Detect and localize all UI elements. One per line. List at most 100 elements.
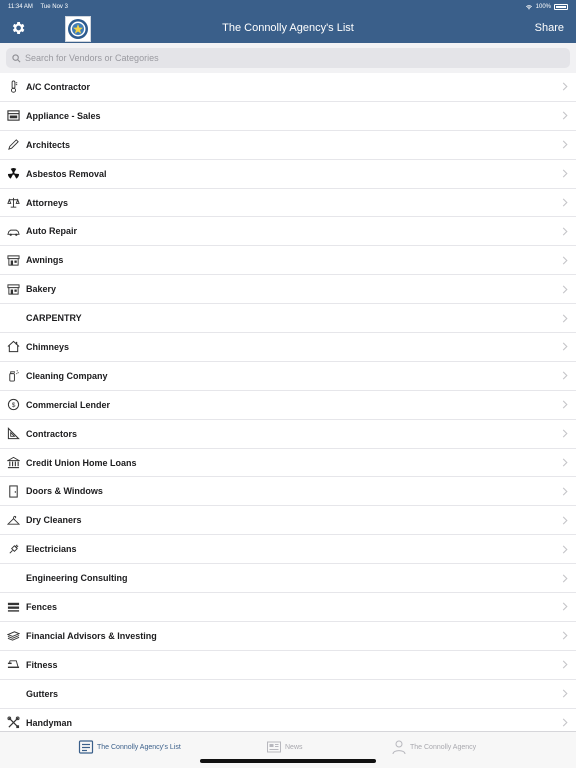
- list-item-label: Chimneys: [26, 341, 70, 352]
- storefront-icon: [6, 253, 20, 267]
- home-indicator: [200, 759, 376, 763]
- list-item-label: Doors & Windows: [26, 486, 103, 497]
- tab-agency[interactable]: The Connolly Agency: [391, 737, 476, 757]
- dollar-coin-icon: $: [6, 398, 20, 412]
- tab-list[interactable]: The Connolly Agency's List: [78, 737, 181, 757]
- tab-agency-label: The Connolly Agency: [410, 743, 477, 751]
- list-item[interactable]: Financial Advisors & Investing: [0, 622, 576, 651]
- house-icon: [6, 340, 20, 354]
- list-item-label: Architects: [26, 139, 71, 150]
- blank-icon: [6, 687, 20, 701]
- list-item[interactable]: Doors & Windows: [0, 477, 576, 507]
- chevron-right-icon: [562, 342, 568, 351]
- chevron-right-icon: [562, 400, 568, 409]
- nav-bar: The Connolly Agency's List Share: [0, 14, 576, 43]
- hanger-icon: [6, 513, 20, 527]
- share-button[interactable]: Share: [535, 22, 564, 34]
- chevron-right-icon: [562, 487, 568, 496]
- list-item[interactable]: A/C Contractor: [0, 73, 576, 102]
- fence-icon: [6, 600, 20, 614]
- tab-news-label: News: [285, 743, 303, 751]
- list-item[interactable]: Credit Union Home Loans: [0, 449, 576, 478]
- list-item[interactable]: Auto Repair: [0, 217, 576, 247]
- chevron-right-icon: [562, 458, 568, 467]
- chevron-right-icon: [562, 574, 568, 583]
- tab-news[interactable]: News: [266, 737, 303, 757]
- list-item[interactable]: $ Commercial Lender: [0, 391, 576, 420]
- list-item[interactable]: Awnings: [0, 246, 576, 276]
- bank-icon: [6, 456, 20, 470]
- list-item[interactable]: Chimneys: [0, 333, 576, 362]
- chevron-right-icon: [562, 285, 568, 294]
- list-item-label: Bakery: [26, 284, 57, 295]
- list-item[interactable]: Bakery: [0, 275, 576, 305]
- status-bar: 11:34 AM Tue Nov 3 100%: [0, 0, 576, 14]
- chevron-right-icon: [562, 660, 568, 669]
- chevron-right-icon: [562, 227, 568, 236]
- chevron-right-icon: [562, 198, 568, 207]
- list-item[interactable]: Asbestos Removal: [0, 160, 576, 189]
- list-item-label: A/C Contractor: [26, 81, 91, 92]
- list-item-label: Electricians: [26, 544, 77, 555]
- appliance-icon: [6, 109, 20, 123]
- list-item-label: Cleaning Company: [26, 370, 108, 381]
- list-item-label: Dry Cleaners: [26, 515, 82, 526]
- list-item[interactable]: Appliance - Sales: [0, 102, 576, 131]
- list-item-label: Handyman: [26, 717, 73, 728]
- chevron-right-icon: [562, 545, 568, 554]
- status-time: 11:34 AM: [8, 4, 33, 10]
- list-item-label: CARPENTRY: [26, 313, 82, 324]
- thermometer-icon: [6, 80, 20, 94]
- search-icon: [12, 53, 21, 62]
- list-item[interactable]: Gutters: [0, 680, 576, 709]
- chevron-right-icon: [562, 169, 568, 178]
- list-item[interactable]: Fences: [0, 593, 576, 622]
- list-item-label: Auto Repair: [26, 226, 78, 237]
- list-item[interactable]: Fitness: [0, 651, 576, 680]
- search-field[interactable]: [6, 48, 570, 68]
- list-item-label: Fences: [26, 601, 58, 612]
- chevron-right-icon: [562, 718, 568, 727]
- svg-text:$: $: [11, 402, 15, 409]
- set-square-icon: [6, 427, 20, 441]
- plug-icon: [6, 542, 20, 556]
- list-item-label: Appliance - Sales: [26, 110, 101, 121]
- pencil-icon: [6, 138, 20, 152]
- list-item[interactable]: Architects: [0, 131, 576, 160]
- list-item[interactable]: Dry Cleaners: [0, 506, 576, 536]
- money-stack-icon: [6, 629, 20, 643]
- chevron-right-icon: [562, 314, 568, 323]
- chevron-right-icon: [562, 256, 568, 265]
- list-item[interactable]: CARPENTRY: [0, 304, 576, 334]
- battery-icon: [554, 4, 568, 10]
- list-item[interactable]: Engineering Consulting: [0, 564, 576, 594]
- list-item-label: Attorneys: [26, 197, 69, 208]
- list-item-label: Awnings: [26, 255, 64, 266]
- list-icon: [78, 740, 94, 754]
- list-item[interactable]: Handyman: [0, 709, 576, 731]
- list-item[interactable]: Cleaning Company: [0, 362, 576, 391]
- blank-icon: [6, 311, 20, 325]
- chevron-right-icon: [562, 689, 568, 698]
- storefront-icon: [6, 282, 20, 296]
- blank-icon: [6, 571, 20, 585]
- chevron-right-icon: [562, 631, 568, 640]
- category-list: A/C Contractor Appliance - Sales Architect…: [0, 73, 576, 731]
- list-item[interactable]: Contractors: [0, 420, 576, 449]
- chevron-right-icon: [562, 82, 568, 91]
- tab-list-label: The Connolly Agency's List: [97, 743, 181, 751]
- list-item-label: Engineering Consulting: [26, 573, 128, 584]
- chevron-right-icon: [562, 111, 568, 120]
- chevron-right-icon: [562, 429, 568, 438]
- person-icon: [392, 740, 406, 755]
- battery-percent: 100%: [535, 4, 551, 10]
- page-title: The Connolly Agency's List: [222, 22, 354, 34]
- list-item[interactable]: Electricians: [0, 535, 576, 565]
- search-input[interactable]: [25, 53, 570, 63]
- list-item-label: Credit Union Home Loans: [26, 457, 137, 468]
- list-item[interactable]: Attorneys: [0, 189, 576, 218]
- chevron-right-icon: [562, 516, 568, 525]
- hazard-icon: [6, 167, 20, 181]
- newspaper-icon: [267, 741, 281, 753]
- spray-bottle-icon: [6, 369, 20, 383]
